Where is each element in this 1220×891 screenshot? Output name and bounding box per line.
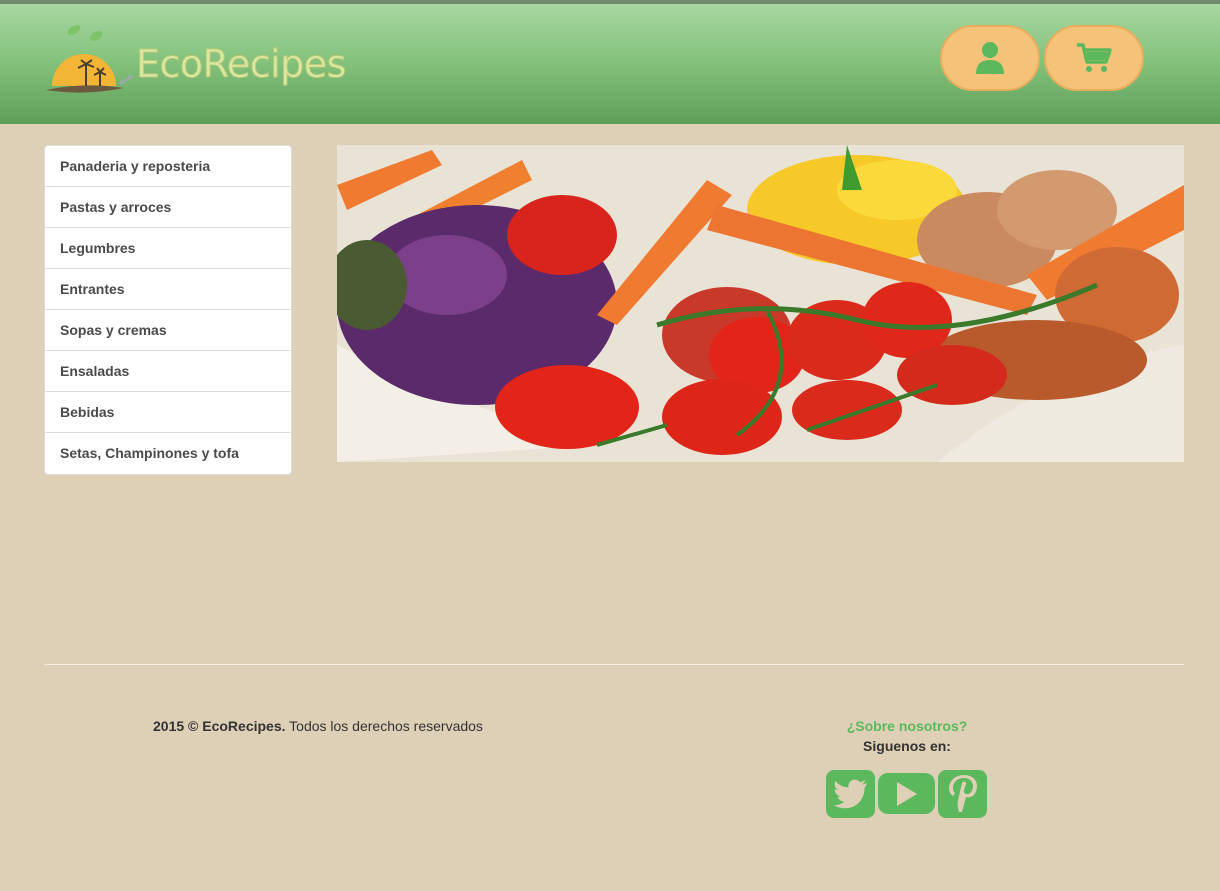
cart-button[interactable]: [1044, 25, 1144, 91]
footer-divider: [44, 664, 1184, 665]
follow-us-label: Siguenos en:: [863, 738, 951, 754]
menu-item-ensaladas[interactable]: Ensaladas: [45, 351, 291, 392]
site-header: EcoRecipes: [0, 0, 1220, 124]
brand-name: EcoRecipes: [136, 42, 347, 87]
menu-item-pastas[interactable]: Pastas y arroces: [45, 187, 291, 228]
copyright: 2015 © EcoRecipes. Todos los derechos re…: [153, 718, 483, 734]
copyright-brand: EcoRecipes.: [202, 718, 286, 734]
menu-item-sopas[interactable]: Sopas y cremas: [45, 310, 291, 351]
menu-item-legumbres[interactable]: Legumbres: [45, 228, 291, 269]
user-account-button[interactable]: [940, 25, 1040, 91]
category-menu: Panaderia y reposteria Pastas y arroces …: [44, 145, 292, 475]
menu-item-bebidas[interactable]: Bebidas: [45, 392, 291, 433]
pinterest-button[interactable]: [938, 770, 987, 818]
copyright-year: 2015 ©: [153, 718, 199, 734]
logo-emblem-icon: [46, 25, 133, 93]
menu-item-entrantes[interactable]: Entrantes: [45, 269, 291, 310]
about-us-link[interactable]: ¿Sobre nosotros?: [827, 718, 987, 734]
twitter-button[interactable]: [826, 770, 875, 818]
pinterest-icon: [948, 775, 977, 812]
youtube-icon: [896, 781, 917, 806]
hero-vegetables-image: [337, 145, 1184, 462]
menu-item-panaderia[interactable]: Panaderia y reposteria: [45, 146, 291, 187]
twitter-icon: [833, 779, 867, 809]
cart-icon: [1077, 43, 1112, 72]
copyright-rights: Todos los derechos reservados: [285, 718, 483, 734]
logo[interactable]: EcoRecipes: [44, 24, 364, 98]
youtube-button[interactable]: [878, 773, 935, 814]
menu-item-setas[interactable]: Setas, Champinones y tofa: [45, 433, 291, 474]
user-icon: [976, 42, 1004, 74]
